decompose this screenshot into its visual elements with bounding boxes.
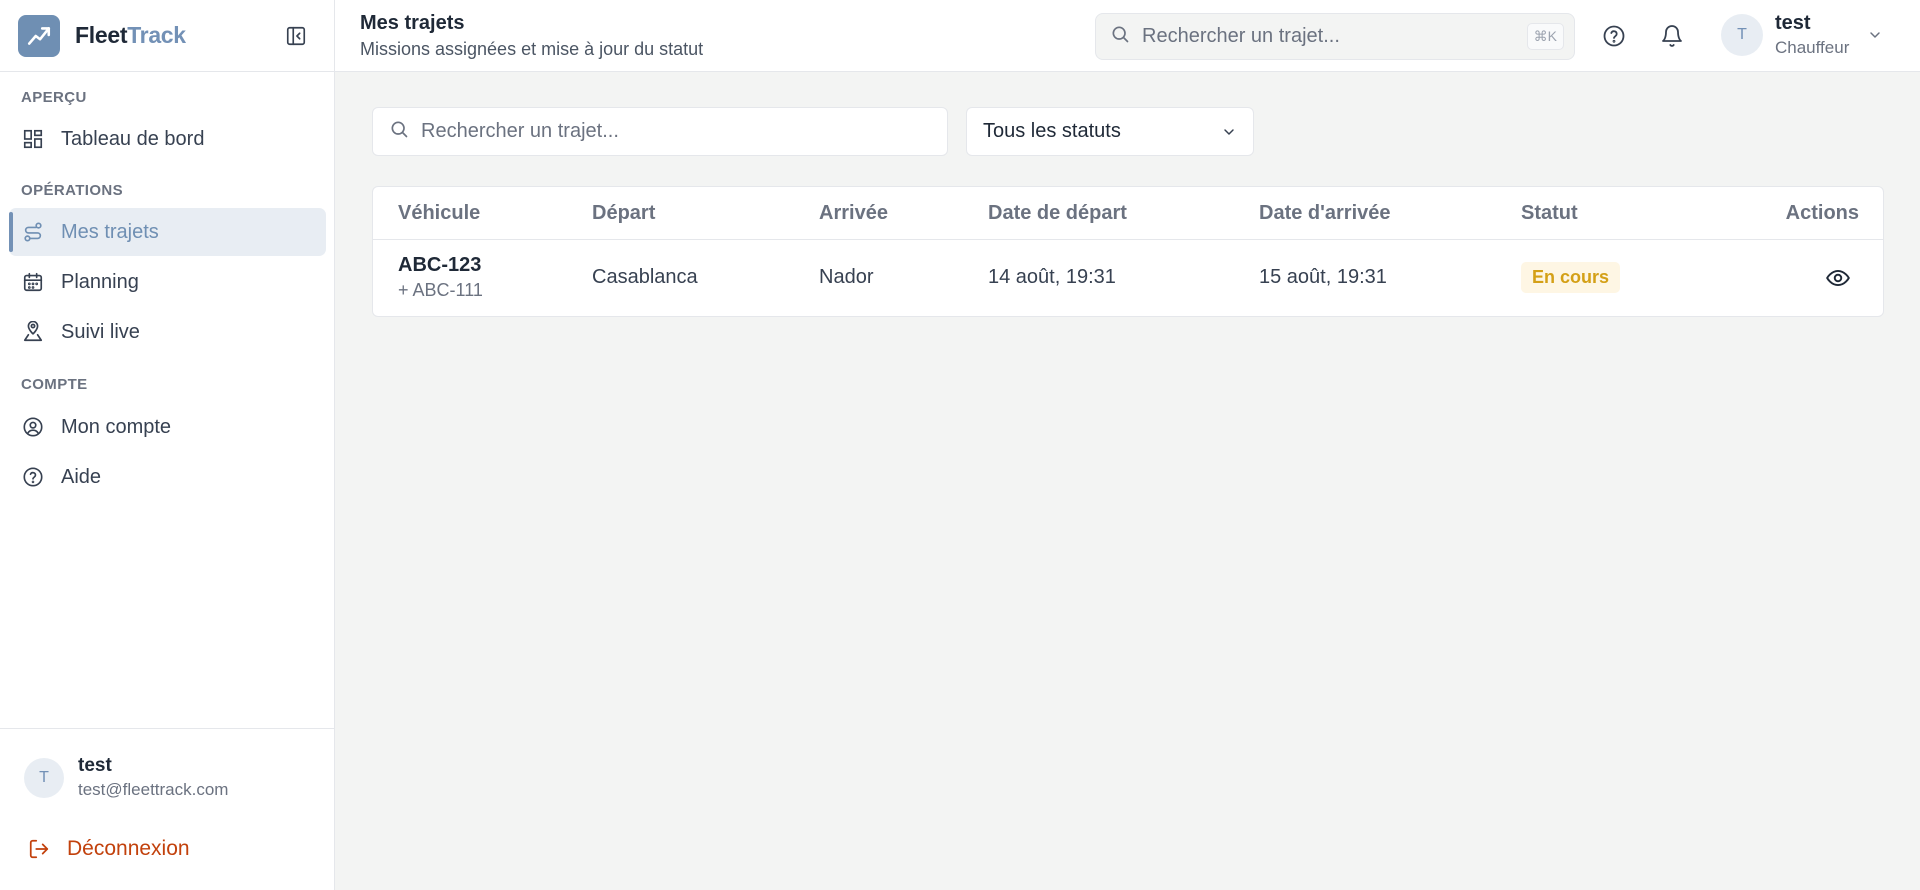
logout-icon (27, 837, 51, 861)
sidebar-item-planning[interactable]: Planning (9, 258, 326, 306)
sidebar-user-email: test@fleettrack.com (78, 780, 229, 799)
search-shortcut-badge: ⌘K (1526, 23, 1564, 50)
top-header: Mes trajets Missions assignées et mise à… (335, 0, 1920, 72)
sidebar-collapse-icon[interactable] (284, 24, 308, 48)
sidebar-item-label: Aide (61, 465, 102, 488)
header-user-name: test (1775, 12, 1811, 34)
trip-search[interactable] (372, 107, 948, 156)
chevron-down-icon (1219, 122, 1239, 142)
arrival-date-cell: 15 août, 19:31 (1259, 266, 1387, 288)
departure-cell: Casablanca (592, 266, 698, 288)
sidebar-item-label: Suivi live (61, 320, 140, 343)
sidebar-item-suivi-live[interactable]: Suivi live (9, 308, 326, 356)
location-pin-icon (21, 320, 45, 344)
sidebar-item-mes-trajets[interactable]: Mes trajets (9, 208, 326, 256)
trailer-plate: + ABC-111 (398, 280, 483, 300)
column-header-vehicule: Véhicule (398, 201, 481, 224)
column-header-date-depart: Date de départ (988, 201, 1127, 224)
brand-name-part2: Track (127, 22, 186, 48)
dashboard-grid-icon (21, 127, 45, 151)
sidebar-user: T test test@fleettrack.com (24, 755, 228, 800)
logout-button[interactable]: Déconnexion (27, 837, 190, 861)
global-search-input[interactable] (1142, 25, 1502, 48)
sidebar-item-mon-compte[interactable]: Mon compte (9, 403, 326, 451)
help-circle-icon (21, 465, 45, 489)
sidebar: FleetTrack APERÇU Tableau de bord OPÉRAT… (0, 0, 335, 890)
user-menu[interactable]: T test Chauffeur (1721, 12, 1885, 58)
search-icon (389, 119, 409, 144)
trips-table: Véhicule Départ Arrivée Date de départ D… (372, 186, 1884, 317)
search-icon (1110, 24, 1130, 49)
sidebar-item-aide[interactable]: Aide (9, 453, 326, 501)
brand: FleetTrack (0, 0, 334, 72)
section-label-compte: COMPTE (21, 376, 88, 393)
column-header-depart: Départ (592, 201, 656, 224)
status-filter-select[interactable]: Tous les statuts (966, 107, 1254, 156)
sidebar-footer: T test test@fleettrack.com Déconnexion (0, 728, 334, 890)
sidebar-item-label: Planning (61, 270, 139, 293)
status-filter-value: Tous les statuts (983, 120, 1121, 142)
chevron-down-icon (1865, 25, 1885, 45)
bell-icon[interactable] (1659, 23, 1685, 49)
vehicle-cell: ABC-123 + ABC-111 (398, 254, 483, 301)
brand-name-part1: Fleet (75, 22, 128, 48)
avatar: T (1721, 14, 1763, 56)
logo-chart-icon (18, 14, 60, 57)
trip-search-input[interactable] (421, 120, 901, 143)
sidebar-item-label: Mon compte (61, 415, 172, 438)
brand-name: FleetTrack (75, 22, 186, 49)
status-badge: En cours (1521, 262, 1621, 293)
column-header-arrivee: Arrivée (819, 201, 888, 224)
section-label-operations: OPÉRATIONS (21, 182, 124, 199)
logout-label: Déconnexion (67, 837, 190, 860)
column-header-date-arrivee: Date d'arrivée (1259, 201, 1391, 224)
arrival-cell: Nador (819, 266, 874, 288)
column-header-actions: Actions (1785, 201, 1859, 224)
vehicle-plate: ABC-123 (398, 254, 482, 276)
page-subtitle: Missions assignées et mise à jour du sta… (360, 39, 704, 59)
global-search[interactable]: ⌘K (1095, 13, 1575, 60)
user-circle-icon (21, 415, 45, 439)
departure-date-cell: 14 août, 19:31 (988, 266, 1116, 288)
sidebar-item-label: Mes trajets (61, 220, 159, 243)
sidebar-user-name: test (78, 755, 112, 776)
avatar: T (24, 757, 64, 798)
calendar-icon (21, 270, 45, 294)
table-header-divider (373, 239, 1883, 240)
help-icon[interactable] (1601, 23, 1627, 49)
sidebar-item-label: Tableau de bord (61, 127, 205, 150)
eye-icon[interactable] (1824, 264, 1852, 292)
section-label-apercu: APERÇU (21, 89, 87, 106)
sidebar-item-tableau-de-bord[interactable]: Tableau de bord (9, 115, 326, 163)
header-user-role: Chauffeur (1775, 38, 1850, 57)
column-header-statut: Statut (1521, 201, 1578, 224)
page-title: Mes trajets (360, 12, 465, 34)
route-icon (21, 220, 45, 244)
